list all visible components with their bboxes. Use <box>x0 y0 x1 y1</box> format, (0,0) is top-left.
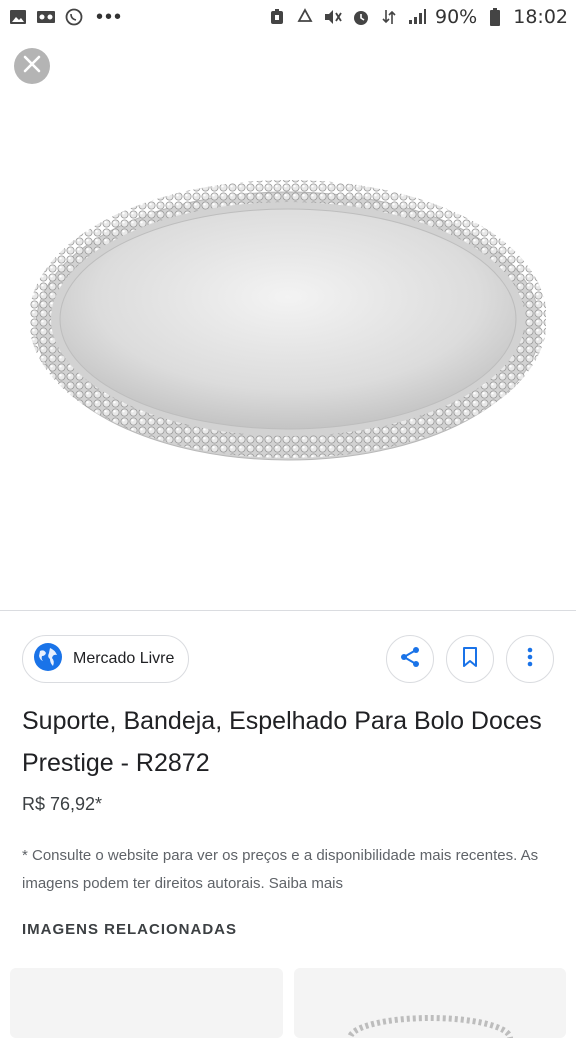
voicemail-icon <box>36 7 56 27</box>
related-images-heading: IMAGENS RELACIONADAS <box>22 921 238 938</box>
status-bar-left: ••• <box>8 6 123 29</box>
price-disclaimer: * Consulte o website para ver os preços … <box>22 847 539 892</box>
more-vert-icon <box>519 646 541 673</box>
status-bar-right: 90% 18:02 <box>267 6 568 28</box>
save-button[interactable] <box>446 635 494 683</box>
source-chip[interactable]: Mercado Livre <box>22 635 190 683</box>
related-image-thumbnail[interactable] <box>294 968 566 1038</box>
divider <box>0 610 576 611</box>
gallery-icon <box>8 7 28 27</box>
close-icon <box>23 55 41 78</box>
data-icon <box>379 7 399 27</box>
product-image[interactable] <box>30 174 546 464</box>
clock-icon <box>351 7 371 27</box>
source-name: Mercado Livre <box>73 650 175 667</box>
status-bar: ••• 90% 18:02 <box>0 0 576 34</box>
clock-time: 18:02 <box>513 6 568 28</box>
battery-icon <box>485 7 505 27</box>
image-viewer <box>0 34 576 610</box>
action-buttons <box>386 635 554 683</box>
signal-icon <box>407 7 427 27</box>
battery-level: 90% <box>435 6 478 28</box>
related-image-thumbnail[interactable] <box>10 968 283 1038</box>
close-button[interactable] <box>14 48 50 84</box>
whatsapp-icon <box>64 7 84 27</box>
globe-icon <box>33 642 63 677</box>
alarm-icon <box>267 7 287 27</box>
bookmark-icon <box>459 646 481 673</box>
share-icon <box>398 645 422 674</box>
source-row: Mercado Livre <box>22 634 554 684</box>
recycle-icon <box>295 7 315 27</box>
overflow-dots: ••• <box>96 5 124 28</box>
more-options-button[interactable] <box>506 635 554 683</box>
mute-icon <box>323 7 343 27</box>
share-button[interactable] <box>386 635 434 683</box>
related-image-preview <box>347 1015 513 1038</box>
product-title[interactable]: Suporte, Bandeja, Espelhado Para Bolo Do… <box>22 700 552 784</box>
product-price: R$ 76,92* <box>22 794 103 814</box>
